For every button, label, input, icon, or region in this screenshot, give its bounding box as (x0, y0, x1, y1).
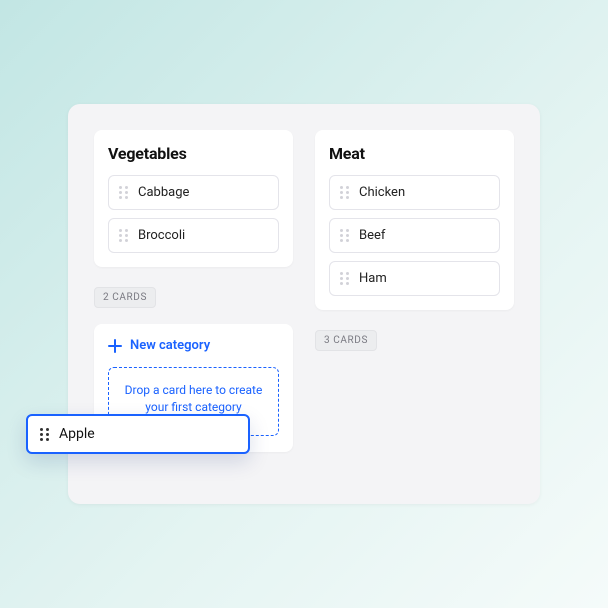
card-label: Broccoli (138, 228, 185, 243)
card[interactable]: Broccoli (108, 218, 279, 253)
drag-handle-icon[interactable] (340, 186, 349, 199)
new-category-label: New category (130, 338, 210, 353)
category-vegetables: Vegetables Cabbage Broccoli (94, 130, 293, 267)
category-title: Meat (329, 144, 500, 163)
card[interactable]: Ham (329, 261, 500, 296)
card-count-badge: 3 CARDS (315, 330, 377, 351)
category-meat: Meat Chicken Beef H (315, 130, 514, 310)
drag-handle-icon[interactable] (119, 186, 128, 199)
card[interactable]: Cabbage (108, 175, 279, 210)
card[interactable]: Beef (329, 218, 500, 253)
card-label: Beef (359, 228, 385, 243)
dragged-card[interactable]: Apple (26, 414, 250, 454)
new-category-button[interactable]: New category (108, 338, 279, 353)
card[interactable]: Chicken (329, 175, 500, 210)
column-meat: Meat Chicken Beef H (315, 130, 514, 351)
drag-handle-icon[interactable] (340, 272, 349, 285)
canvas: Vegetables Cabbage Broccoli 2 CARDS (68, 104, 540, 504)
category-title: Vegetables (108, 144, 279, 163)
card-label: Apple (59, 426, 95, 442)
card-label: Ham (359, 271, 387, 286)
drag-handle-icon[interactable] (119, 229, 128, 242)
card-count-badge: 2 CARDS (94, 287, 156, 308)
plus-icon (108, 339, 122, 353)
drag-handle-icon[interactable] (40, 428, 49, 441)
card-label: Cabbage (138, 185, 189, 200)
drag-handle-icon[interactable] (340, 229, 349, 242)
column-vegetables: Vegetables Cabbage Broccoli 2 CARDS (94, 130, 293, 452)
card-label: Chicken (359, 185, 405, 200)
